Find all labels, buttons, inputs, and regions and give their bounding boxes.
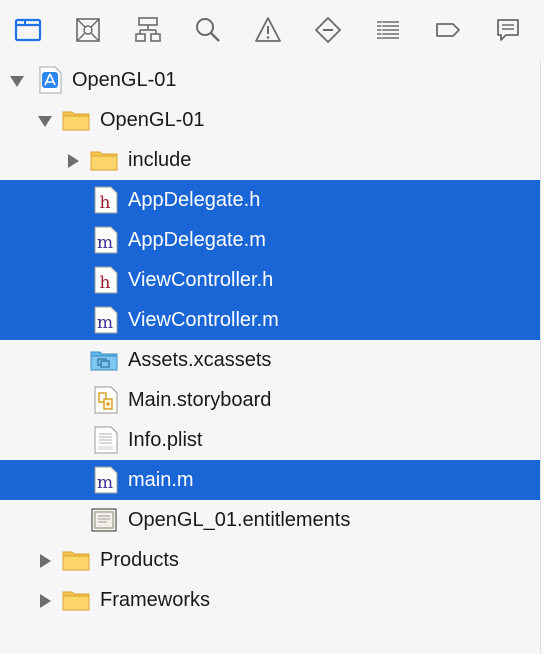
tree-row-group[interactable]: include — [0, 140, 541, 180]
folder-icon — [62, 111, 90, 131]
issue-navigator-button[interactable] — [250, 12, 286, 48]
header-file-icon: h — [94, 266, 118, 294]
svg-text:m: m — [97, 233, 113, 253]
tree-row-label: OpenGL-01 — [72, 69, 177, 91]
tree-row-file[interactable]: h ViewController.h — [0, 260, 541, 300]
disclosure-collapsed-icon[interactable] — [36, 552, 54, 570]
folder-icon — [90, 151, 118, 171]
tree-row-file[interactable]: m ViewController.m — [0, 300, 541, 340]
tree-row-file[interactable]: m main.m — [0, 460, 541, 500]
source-control-navigator-button[interactable] — [70, 12, 106, 48]
tree-row-label: main.m — [128, 469, 194, 491]
storyboard-file-icon — [94, 386, 118, 414]
svg-text:m: m — [97, 313, 113, 333]
tag-icon — [436, 23, 460, 37]
list-icon — [377, 21, 399, 39]
tree-row-file[interactable]: Assets.xcassets — [0, 340, 541, 380]
tree-row-label: OpenGL_01.entitlements — [128, 509, 351, 531]
tree-row-group[interactable]: Products — [0, 540, 541, 580]
debug-navigator-button[interactable] — [370, 12, 406, 48]
header-file-icon: h — [94, 186, 118, 214]
breakpoint-diamond-icon — [314, 16, 342, 44]
svg-text:m: m — [97, 473, 113, 493]
disclosure-expanded-icon[interactable] — [8, 72, 26, 90]
warning-icon — [255, 17, 281, 42]
implementation-file-icon: m — [94, 466, 118, 494]
source-control-icon — [76, 18, 100, 42]
project-navigator-tree: OpenGL-01 OpenGL-01 include h AppDelegat… — [0, 60, 544, 654]
folder-icon — [62, 551, 90, 571]
tree-row-project[interactable]: OpenGL-01 — [0, 60, 541, 100]
symbol-navigator-button[interactable] — [130, 12, 166, 48]
tree-row-file[interactable]: Info.plist — [0, 420, 541, 460]
breakpoint-navigator-button[interactable] — [430, 12, 466, 48]
tree-row-file[interactable]: OpenGL_01.entitlements — [0, 500, 541, 540]
tree-row-group[interactable]: Frameworks — [0, 580, 541, 620]
find-navigator-button[interactable] — [190, 12, 226, 48]
tree-row-label: Info.plist — [128, 429, 203, 451]
svg-text:h: h — [100, 273, 111, 293]
disclosure-collapsed-icon[interactable] — [36, 592, 54, 610]
hierarchy-icon — [135, 17, 161, 42]
tree-row-label: OpenGL-01 — [100, 109, 205, 131]
test-navigator-button[interactable] — [310, 12, 346, 48]
tree-row-file[interactable]: m AppDelegate.m — [0, 220, 541, 260]
scrollbar-track[interactable] — [540, 60, 544, 654]
implementation-file-icon: m — [94, 226, 118, 254]
tree-row-label: Assets.xcassets — [128, 349, 272, 371]
tree-row-label: include — [128, 149, 192, 171]
search-icon — [196, 18, 220, 42]
tree-row-label: AppDelegate.h — [128, 189, 261, 211]
folder-icon — [62, 591, 90, 611]
project-navigator-button[interactable] — [10, 12, 46, 48]
plist-file-icon — [94, 426, 118, 454]
folder-icon — [14, 18, 42, 42]
tree-row-label: Products — [100, 549, 179, 571]
tree-row-label: Main.storyboard — [128, 389, 272, 411]
tree-row-label: ViewController.h — [128, 269, 274, 291]
navigator-toolbar — [0, 0, 544, 61]
xcode-project-icon — [39, 66, 62, 94]
report-navigator-button[interactable] — [490, 12, 526, 48]
tree-row-label: AppDelegate.m — [128, 229, 266, 251]
svg-text:h: h — [100, 193, 111, 213]
disclosure-collapsed-icon[interactable] — [64, 152, 82, 170]
tree-row-group[interactable]: OpenGL-01 — [0, 100, 541, 140]
tree-row-label: Frameworks — [100, 589, 211, 611]
disclosure-expanded-icon[interactable] — [36, 112, 54, 130]
entitlements-file-icon — [91, 508, 117, 532]
tree-row-file[interactable]: Main.storyboard — [0, 380, 541, 420]
asset-catalog-icon — [90, 351, 118, 371]
implementation-file-icon: m — [94, 306, 118, 334]
tree-row-label: ViewController.m — [128, 309, 279, 331]
comment-icon — [497, 19, 519, 41]
tree-row-file[interactable]: h AppDelegate.h — [0, 180, 541, 220]
